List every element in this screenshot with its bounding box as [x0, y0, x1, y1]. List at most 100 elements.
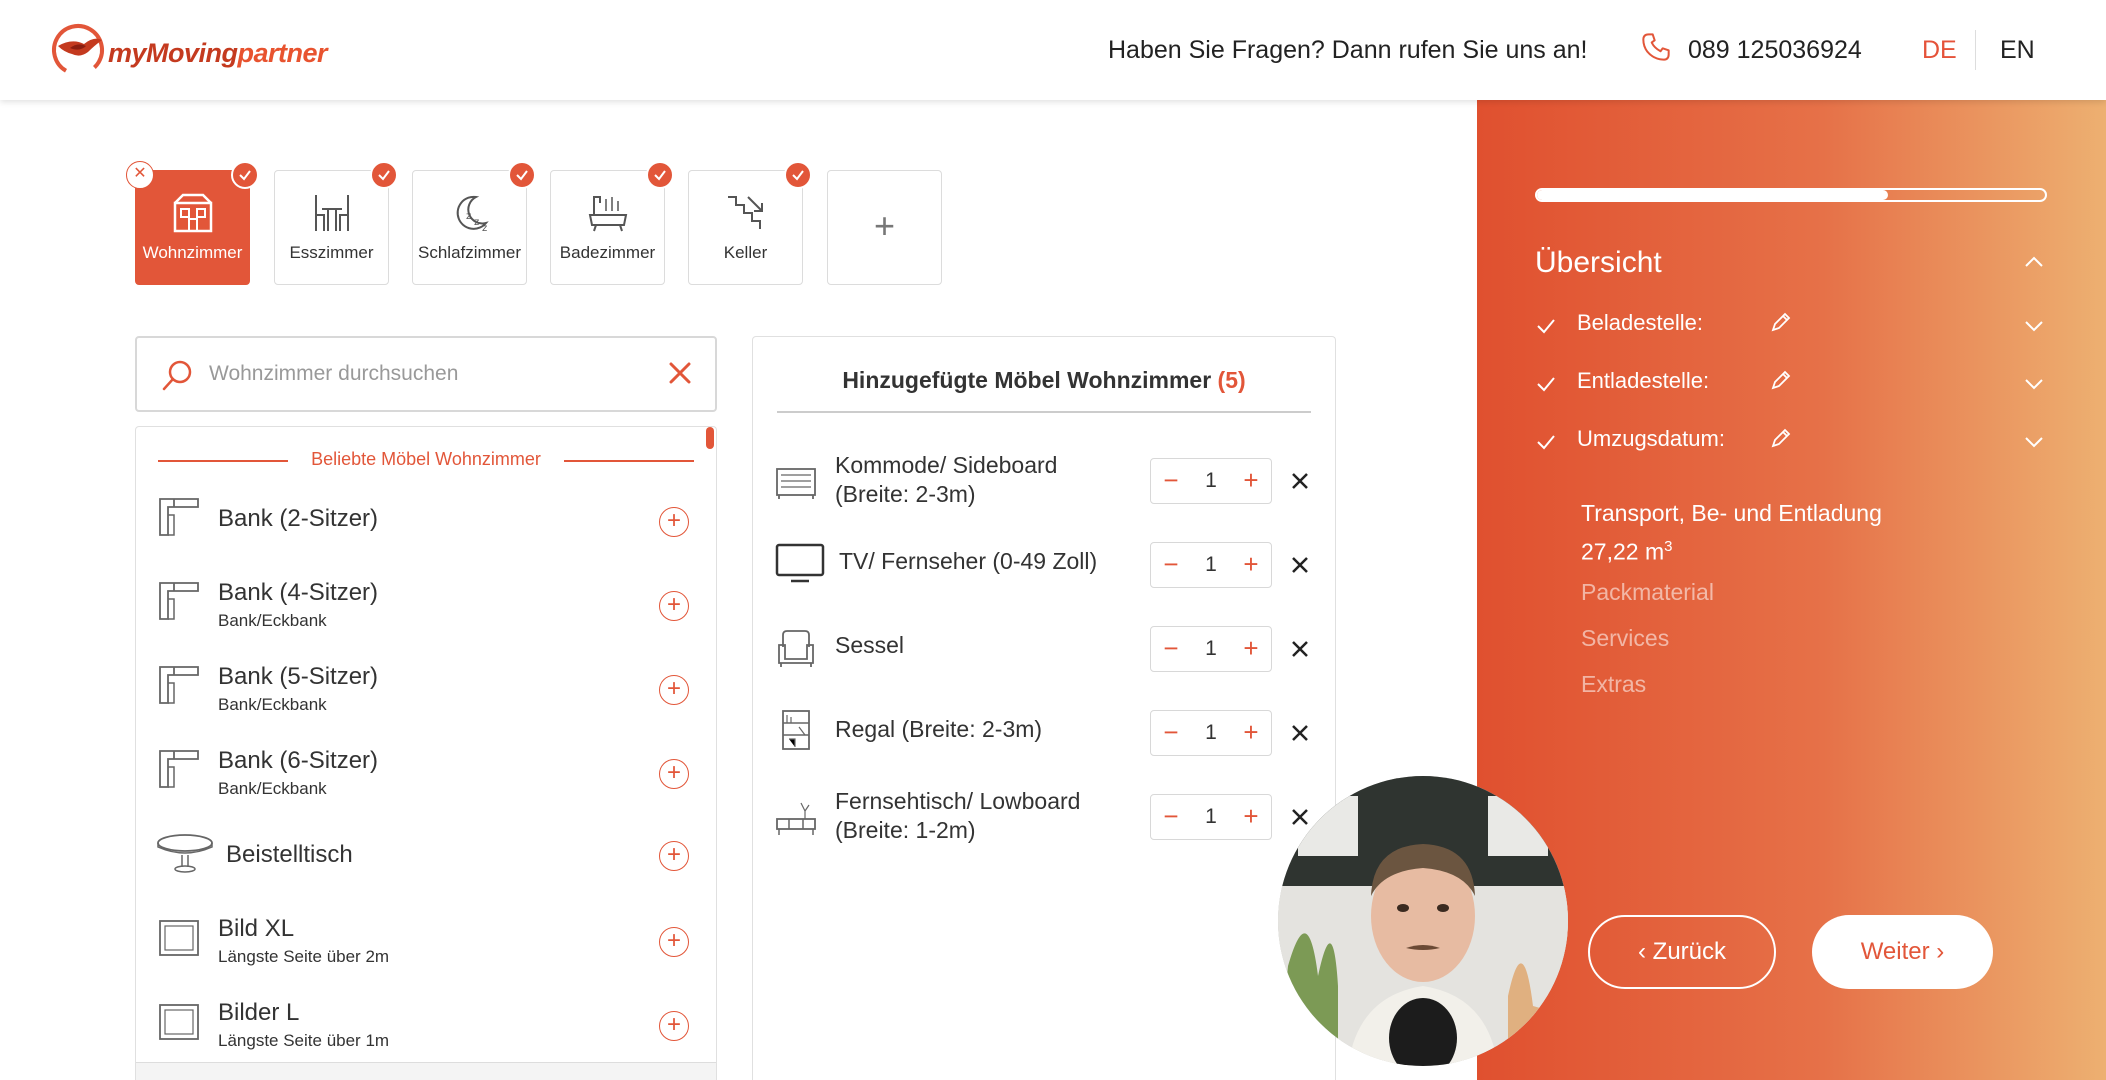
added-item-row: Regal (Breite: 2-3m) − 1 + [775, 701, 1315, 765]
lang-en-link[interactable]: EN [2000, 36, 2035, 65]
list-item[interactable]: Beistelltisch + [157, 829, 703, 899]
remove-room-icon[interactable]: ✕ [126, 161, 154, 189]
overview-label: Entladestelle: [1577, 368, 1710, 393]
sideboard-icon [776, 468, 816, 499]
services-item: Services [1581, 625, 1670, 651]
room-tile-badezimmer[interactable]: Badezimmer [550, 161, 674, 285]
list-scrollbar[interactable] [706, 427, 714, 449]
remove-item-icon[interactable] [1289, 638, 1311, 660]
increase-button[interactable]: + [1239, 467, 1263, 493]
pencil-icon[interactable] [1769, 310, 1793, 334]
list-item[interactable]: Bank (4-Sitzer) Bank/Eckbank + [158, 579, 703, 649]
remove-item-icon[interactable] [1289, 554, 1311, 576]
add-room-button[interactable]: + [827, 170, 942, 285]
logo[interactable]: myMovingpartner [50, 22, 328, 78]
side-table-icon [157, 834, 213, 873]
list-footer [136, 1062, 716, 1080]
list-item[interactable]: Bank (5-Sitzer) Bank/Eckbank + [158, 663, 703, 733]
increase-button[interactable]: + [1239, 551, 1263, 577]
chevron-up-icon[interactable] [2022, 250, 2046, 274]
check-icon [508, 161, 536, 189]
quantity-value[interactable]: 1 [1191, 637, 1231, 661]
quantity-stepper: − 1 + [1150, 794, 1272, 840]
next-button[interactable]: Weiter › [1812, 915, 1993, 989]
quantity-value[interactable]: 1 [1191, 553, 1231, 577]
check-icon [646, 161, 674, 189]
room-label: Esszimmer [289, 243, 374, 262]
phone-icon [1642, 33, 1670, 61]
add-item-button[interactable]: + [659, 1011, 689, 1041]
chevron-down-icon[interactable] [2022, 430, 2046, 454]
quantity-value[interactable]: 1 [1191, 721, 1231, 745]
phone-number[interactable]: 089 125036924 [1688, 36, 1862, 65]
added-item-name: Sessel [835, 632, 905, 658]
decrease-button[interactable]: − [1159, 719, 1183, 745]
add-item-button[interactable]: + [659, 841, 689, 871]
clear-search-icon[interactable] [665, 358, 695, 388]
increase-button[interactable]: + [1239, 719, 1263, 745]
increase-button[interactable]: + [1239, 635, 1263, 661]
overview-label: Beladestelle: [1577, 310, 1703, 335]
add-item-button[interactable]: + [659, 591, 689, 621]
added-item-name: TV/ Fernseher (0-49 Zoll) [839, 548, 1098, 574]
room-tile-schlafzimmer[interactable]: z z z Schlafzimmer [412, 161, 536, 285]
decrease-button[interactable]: − [1159, 551, 1183, 577]
add-item-button[interactable]: + [659, 507, 689, 537]
pencil-icon[interactable] [1769, 368, 1793, 392]
remove-item-icon[interactable] [1289, 806, 1311, 828]
add-item-button[interactable]: + [659, 759, 689, 789]
list-item[interactable]: Bank (6-Sitzer) Bank/Eckbank + [158, 747, 703, 817]
overview-row-entladestelle[interactable]: Entladestelle: [1535, 368, 2047, 402]
list-item[interactable]: Bank (2-Sitzer) + [158, 495, 703, 565]
logo-text-part1: myMoving [108, 37, 238, 68]
corner-bench-icon [159, 498, 199, 536]
room-tile-keller[interactable]: Keller [688, 161, 812, 285]
item-subtitle: Bank/Eckbank [218, 695, 327, 714]
decrease-button[interactable]: − [1159, 635, 1183, 661]
quantity-value[interactable]: 1 [1191, 805, 1231, 829]
divider [777, 411, 1311, 413]
living-room-icon [173, 193, 213, 233]
added-item-row: TV/ Fernseher (0-49 Zoll) − 1 + [775, 533, 1315, 597]
add-item-button[interactable]: + [659, 675, 689, 705]
pencil-icon[interactable] [1769, 426, 1793, 450]
room-tile-wohnzimmer[interactable]: ✕ Wohnzimmer [126, 161, 259, 285]
bathroom-icon [588, 196, 628, 232]
remove-item-icon[interactable] [1289, 722, 1311, 744]
list-heading: Beliebte Möbel Wohnzimmer [158, 449, 694, 473]
search-icon [162, 360, 192, 391]
progress-fill [1537, 190, 1888, 200]
item-name: Bilder L [218, 999, 300, 1026]
site-header: myMovingpartner Haben Sie Fragen? Dann r… [0, 0, 2106, 100]
svg-text:z: z [474, 217, 479, 228]
back-button[interactable]: ‹ Zurück [1588, 915, 1776, 989]
lang-de-link[interactable]: DE [1922, 36, 1957, 65]
overview-row-umzugsdatum[interactable]: Umzugsdatum: [1535, 426, 2047, 460]
armchair-icon [778, 630, 814, 667]
svg-text:z: z [482, 223, 487, 234]
chevron-down-icon[interactable] [2022, 372, 2046, 396]
remove-item-icon[interactable] [1289, 470, 1311, 492]
bedroom-icon: z z z [456, 195, 489, 234]
list-item[interactable]: Bild XL Längste Seite über 2m + [158, 915, 703, 985]
list-item[interactable]: Bilder L Längste Seite über 1m + [158, 999, 703, 1069]
check-icon [1537, 435, 1555, 450]
search-input[interactable] [209, 354, 629, 394]
increase-button[interactable]: + [1239, 803, 1263, 829]
check-icon [231, 161, 259, 189]
back-label: Zurück [1652, 938, 1727, 965]
item-subtitle: Bank/Eckbank [218, 779, 327, 798]
decrease-button[interactable]: − [1159, 803, 1183, 829]
added-item-name: Kommode/ Sideboard (Breite: 2-3m) [835, 452, 1058, 507]
room-tile-esszimmer[interactable]: Esszimmer [274, 161, 398, 285]
overview-row-beladestelle[interactable]: Beladestelle: [1535, 310, 2047, 344]
check-icon [784, 161, 812, 189]
chevron-down-icon[interactable] [2022, 314, 2046, 338]
add-item-button[interactable]: + [659, 927, 689, 957]
item-name: Bank (5-Sitzer) [218, 663, 379, 690]
check-icon [370, 161, 398, 189]
decrease-button[interactable]: − [1159, 467, 1183, 493]
logo-bird-icon [52, 24, 104, 76]
quantity-value[interactable]: 1 [1191, 469, 1231, 493]
corner-bench-icon [159, 750, 199, 788]
